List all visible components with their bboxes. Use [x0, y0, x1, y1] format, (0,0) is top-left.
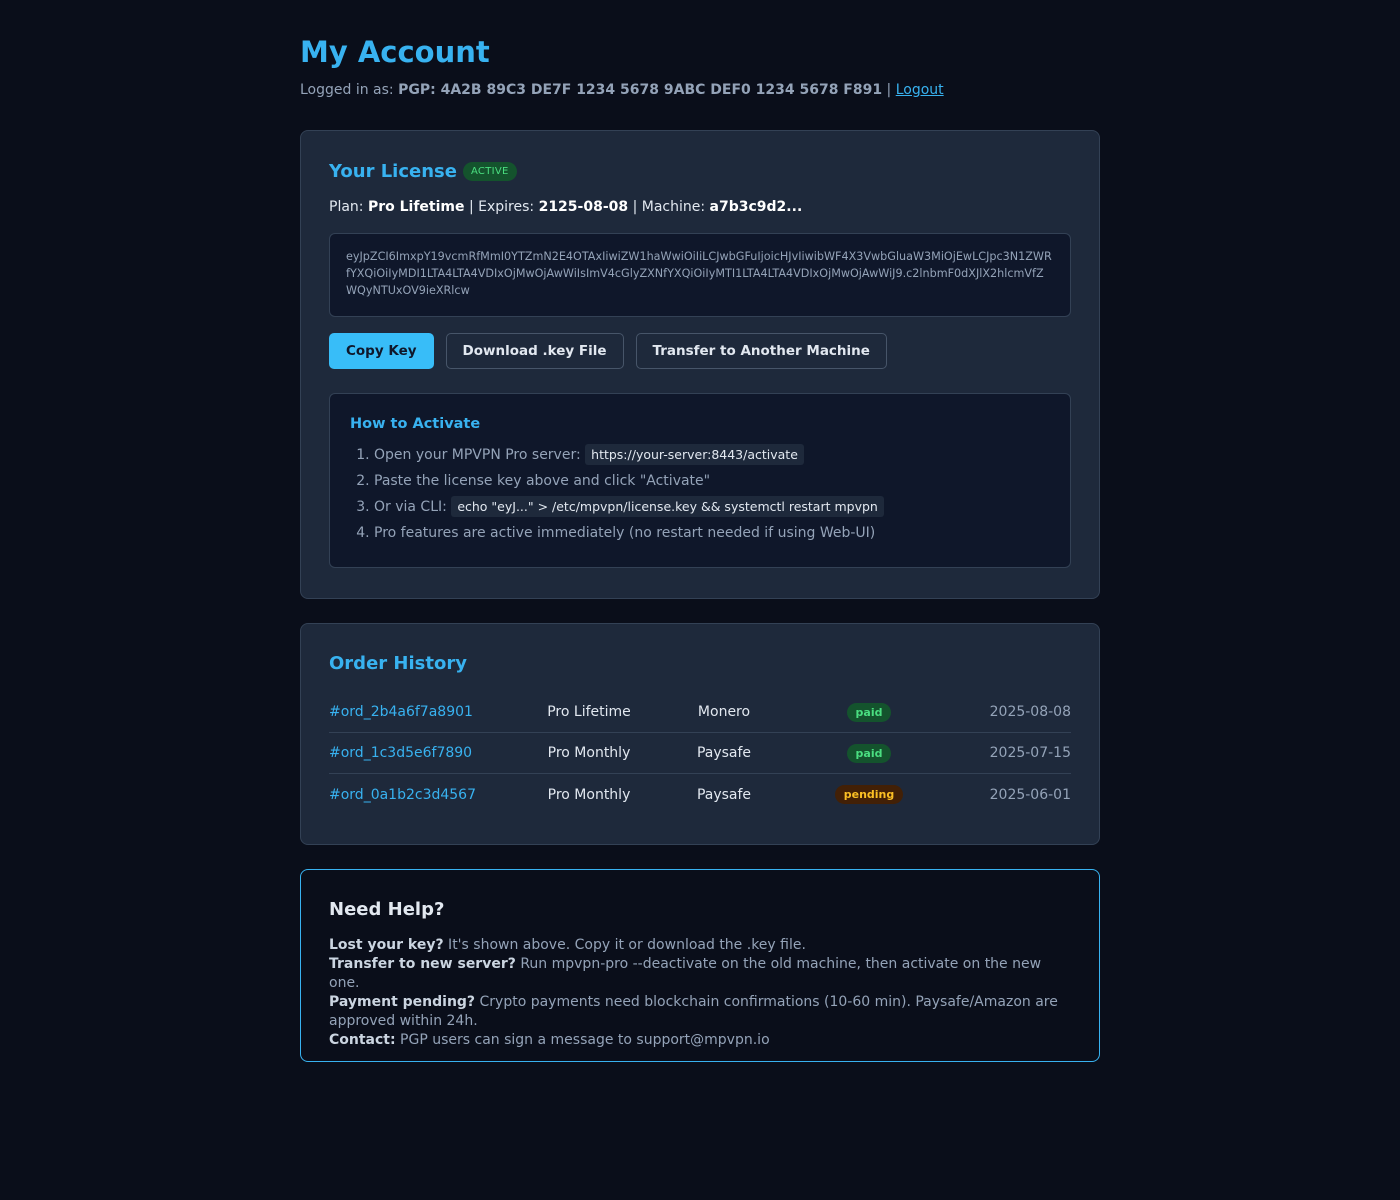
table-row: #ord_1c3d5e6f7890 Pro Monthly Paysafe pa… [329, 733, 1071, 774]
separator: | [632, 199, 638, 215]
license-key-box[interactable]: eyJpZCI6ImxpY19vcmRfMmI0YTZmN2E4OTAxIiwi… [329, 233, 1071, 317]
howto-title: How to Activate [350, 416, 481, 432]
help-question: Contact: [329, 1032, 396, 1048]
step-4: Pro features are active immediately (no … [374, 521, 1050, 547]
table-row: #ord_2b4a6f7a8901 Pro Lifetime Monero pa… [329, 692, 1071, 733]
order-payment: Paysafe [696, 745, 752, 761]
order-plan: Pro Monthly [547, 786, 631, 803]
step-3-text: Or via CLI: [374, 499, 447, 515]
order-history-title: Order History [329, 653, 467, 674]
help-item-payment: Payment pending? Crypto payments need bl… [329, 993, 1071, 1031]
order-payment: Monero [697, 704, 751, 720]
account-page: My Account Logged in as: PGP: 4A2B 89C3 … [300, 0, 1100, 1062]
order-plan: Pro Monthly [547, 745, 631, 761]
expires-label: Expires: [478, 199, 535, 215]
step-4-text: Pro features are active immediately (no … [374, 524, 876, 541]
help-question: Transfer to new server? [329, 956, 516, 972]
order-id-link[interactable]: #ord_1c3d5e6f7890 [329, 745, 519, 761]
help-question: Lost your key? [329, 937, 444, 953]
status-badge: paid [846, 743, 892, 763]
separator: | [468, 199, 474, 215]
plan-value: Pro Lifetime [367, 199, 465, 215]
login-status: Logged in as: PGP: 4A2B 89C3 DE7F 1234 5… [300, 81, 1100, 99]
page-title: My Account [300, 35, 490, 69]
order-id-link[interactable]: #ord_2b4a6f7a8901 [329, 704, 519, 720]
expires-value: 2125-08-08 [538, 199, 629, 215]
step-2-text: Paste the license key above and click "A… [374, 472, 711, 489]
help-answer: PGP users can sign a message to support@… [395, 1032, 770, 1048]
order-date: 2025-06-01 [989, 786, 1071, 803]
order-id-link[interactable]: #ord_0a1b2c3d4567 [329, 787, 519, 803]
help-item-transfer: Transfer to new server? Run mpvpn-pro --… [329, 955, 1071, 993]
order-status-cell: paid [789, 702, 949, 722]
download-key-button[interactable]: Download .key File [445, 333, 624, 369]
license-details: Plan: Pro Lifetime | Expires: 2125-08-08… [329, 197, 1071, 217]
license-title: Your License [329, 160, 457, 182]
step-1: Open your MPVPN Pro server: https://your… [374, 442, 1050, 469]
transfer-machine-button[interactable]: Transfer to Another Machine [635, 333, 887, 369]
copy-key-button[interactable]: Copy Key [329, 333, 434, 369]
order-status-cell: pending [789, 785, 949, 804]
pgp-fingerprint: PGP: 4A2B 89C3 DE7F 1234 5678 9ABC DEF0 … [398, 82, 883, 98]
machine-value: a7b3c9d2... [709, 199, 803, 215]
table-row: #ord_0a1b2c3d4567 Pro Monthly Paysafe pe… [329, 774, 1071, 815]
help-body: Lost your key? It's shown above. Copy it… [329, 936, 1071, 1050]
activation-steps: Open your MPVPN Pro server: https://your… [350, 442, 1050, 546]
order-payment: Paysafe [696, 786, 752, 803]
order-table: #ord_2b4a6f7a8901 Pro Lifetime Monero pa… [329, 692, 1071, 815]
order-date: 2025-08-08 [989, 704, 1071, 720]
cli-command-code: echo "eyJ..." > /etc/mpvpn/license.key &… [451, 496, 884, 517]
step-3: Or via CLI: echo "eyJ..." > /etc/mpvpn/l… [374, 494, 1050, 521]
order-plan: Pro Lifetime [547, 704, 631, 720]
plan-label: Plan: [329, 199, 364, 215]
status-badge: paid [846, 702, 892, 722]
help-answer: It's shown above. Copy it or download th… [443, 937, 806, 953]
separator: | [886, 82, 892, 98]
logged-in-label: Logged in as: [300, 82, 394, 98]
help-title: Need Help? [329, 899, 445, 920]
help-item-lost-key: Lost your key? It's shown above. Copy it… [329, 936, 1071, 955]
order-date: 2025-07-15 [989, 745, 1071, 761]
status-badge: pending [834, 785, 904, 804]
logout-link[interactable]: Logout [896, 82, 944, 98]
status-badge: ACTIVE [462, 161, 517, 181]
help-question: Payment pending? [329, 994, 476, 1010]
order-status-cell: paid [789, 743, 949, 763]
help-card: Need Help? Lost your key? It's shown abo… [300, 869, 1100, 1062]
activate-url-code: https://your-server:8443/activate [585, 444, 804, 465]
help-item-contact: Contact: PGP users can sign a message to… [329, 1031, 1071, 1050]
machine-label: Machine: [641, 199, 706, 215]
step-1-text: Open your MPVPN Pro server: [374, 447, 581, 463]
license-card: Your License ACTIVE Plan: Pro Lifetime |… [300, 130, 1100, 599]
step-2: Paste the license key above and click "A… [374, 469, 1050, 495]
activation-instructions: How to Activate Open your MPVPN Pro serv… [329, 393, 1071, 568]
license-actions: Copy Key Download .key File Transfer to … [329, 333, 1071, 369]
license-header: Your License ACTIVE [329, 159, 1071, 183]
order-history-card: Order History #ord_2b4a6f7a8901 Pro Life… [300, 623, 1100, 845]
